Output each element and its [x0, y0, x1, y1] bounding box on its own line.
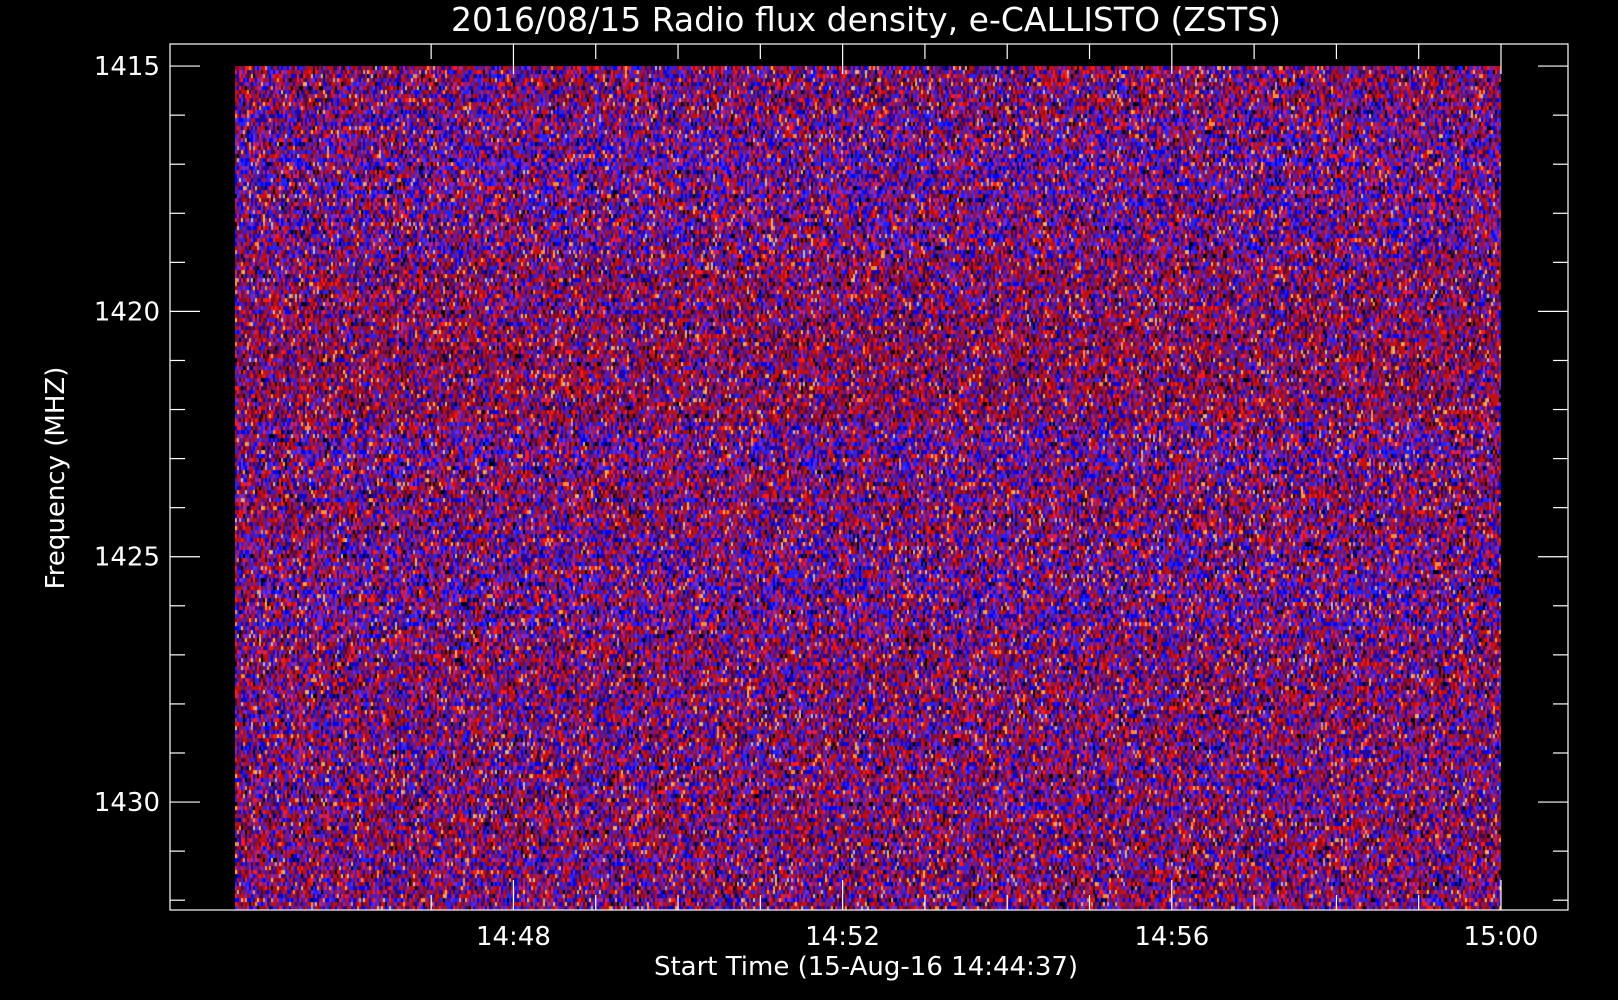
y-axis-label: Frequency (MHZ)	[41, 367, 71, 590]
x-tick-label: 14:48	[476, 922, 551, 952]
y-tick-label: 1415	[94, 52, 160, 82]
spectrogram-chart: 2016/08/15 Radio flux density, e-CALLIST…	[0, 0, 1618, 1000]
y-tick-label: 1420	[94, 297, 160, 327]
x-tick-label: 15:00	[1464, 922, 1539, 952]
x-tick-label: 14:56	[1134, 922, 1209, 952]
x-axis-label: Start Time (15-Aug-16 14:44:37)	[654, 952, 1078, 982]
y-tick-label: 1425	[94, 543, 160, 573]
heatmap-area	[235, 66, 1501, 911]
y-tick-label: 1430	[94, 788, 160, 818]
chart-title: 2016/08/15 Radio flux density, e-CALLIST…	[451, 0, 1281, 39]
heatmap-image	[235, 66, 1501, 911]
x-tick-label: 14:52	[805, 922, 880, 952]
